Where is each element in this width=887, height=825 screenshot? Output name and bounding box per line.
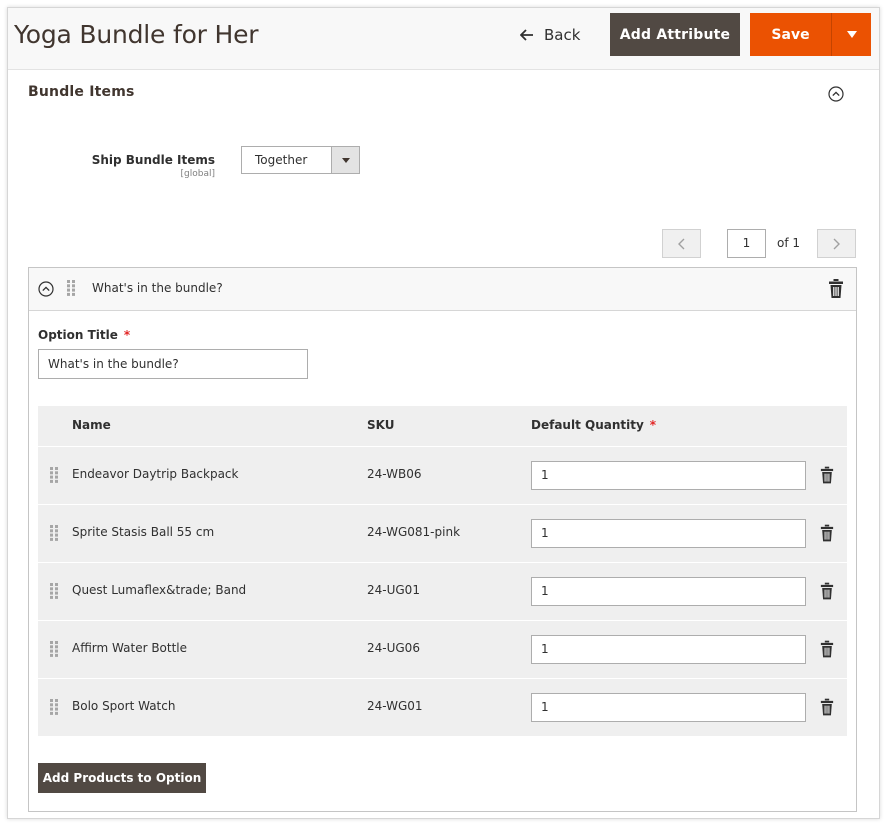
column-sku: SKU (367, 418, 395, 432)
pager-page-input[interactable]: 1 (727, 229, 766, 258)
option-title-label: Option Title * (38, 328, 130, 342)
section-title: Bundle Items (28, 84, 135, 100)
caret-down-icon (341, 157, 350, 163)
default-quantity-input[interactable]: 1 (531, 519, 806, 548)
option-title-label-text: Option Title (38, 328, 118, 342)
add-attribute-button[interactable]: Add Attribute (610, 13, 740, 56)
save-button[interactable]: Save (750, 13, 832, 56)
page-title: Yoga Bundle for Her (14, 20, 259, 49)
product-name: Quest Lumaflex&trade; Band (72, 583, 247, 597)
ship-bundle-items-value: Together (255, 153, 308, 167)
back-button-label: Back (544, 26, 581, 44)
table-row: Sprite Stasis Ball 55 cm 24-WG081-pink 1 (38, 504, 847, 562)
chevron-up-circle-icon[interactable] (828, 86, 844, 102)
bundle-option: What's in the bundle? Option Title * What… (28, 267, 857, 812)
caret-down-icon (846, 31, 857, 38)
column-name: Name (72, 418, 111, 432)
pager-prev-button[interactable] (662, 229, 701, 258)
required-marker: * (123, 328, 131, 342)
table-row: Endeavor Daytrip Backpack 24-WB06 1 (38, 446, 847, 504)
back-button[interactable]: Back (520, 23, 580, 47)
chevron-left-icon (678, 238, 685, 249)
trash-icon[interactable] (820, 640, 834, 658)
drag-handle-icon[interactable] (67, 280, 76, 296)
drag-handle-icon[interactable] (50, 467, 59, 483)
chevron-up-circle-icon[interactable] (38, 281, 54, 297)
drag-handle-icon[interactable] (50, 583, 59, 599)
product-sku: 24-UG06 (367, 641, 420, 655)
column-default-quantity: Default Quantity * (531, 418, 656, 432)
select-arrow (331, 147, 359, 173)
ship-bundle-items-label: Ship Bundle Items (91, 153, 215, 167)
save-options-toggle[interactable] (832, 13, 871, 56)
default-quantity-input[interactable]: 1 (531, 693, 806, 722)
product-edit-panel: Yoga Bundle for Her Back Add Attribute S… (7, 7, 880, 819)
default-quantity-input[interactable]: 1 (531, 461, 806, 490)
trash-icon[interactable] (828, 279, 844, 298)
product-name: Bolo Sport Watch (72, 699, 176, 713)
drag-handle-icon[interactable] (50, 525, 59, 541)
drag-handle-icon[interactable] (50, 641, 59, 657)
drag-handle-icon[interactable] (50, 699, 59, 715)
arrow-left-icon (520, 29, 533, 41)
product-sku: 24-WG01 (367, 699, 423, 713)
trash-icon[interactable] (820, 466, 834, 484)
grid-header: Name SKU Default Quantity * (38, 406, 847, 446)
table-row: Affirm Water Bottle 24-UG06 1 (38, 620, 847, 678)
trash-icon[interactable] (820, 582, 834, 600)
default-quantity-input[interactable]: 1 (531, 635, 806, 664)
product-sku: 24-WG081-pink (367, 525, 461, 539)
pager-total-label: of 1 (777, 236, 801, 250)
product-sku: 24-UG01 (367, 583, 420, 597)
column-default-quantity-text: Default Quantity (531, 418, 644, 432)
table-row: Quest Lumaflex&trade; Band 24-UG01 1 (38, 562, 847, 620)
trash-icon[interactable] (820, 698, 834, 716)
default-quantity-input[interactable]: 1 (531, 577, 806, 606)
bundle-option-header-title: What's in the bundle? (92, 281, 223, 295)
trash-icon[interactable] (820, 524, 834, 542)
bundle-products-grid: Name SKU Default Quantity * Endeavor Dayt… (38, 406, 847, 736)
bundle-option-header: What's in the bundle? (29, 268, 856, 311)
chevron-right-icon (833, 238, 840, 249)
table-row: Bolo Sport Watch 24-WG01 1 (38, 678, 847, 736)
scope-label: [global] (180, 169, 215, 179)
product-name: Endeavor Daytrip Backpack (72, 467, 239, 481)
pager-next-button[interactable] (817, 229, 856, 258)
product-name: Sprite Stasis Ball 55 cm (72, 525, 215, 539)
page-header: Yoga Bundle for Her Back Add Attribute S… (8, 8, 879, 70)
ship-bundle-items-select[interactable]: Together (241, 146, 360, 174)
option-title-input[interactable]: What's in the bundle? (38, 349, 308, 379)
product-sku: 24-WB06 (367, 467, 422, 481)
required-marker: * (649, 418, 657, 432)
product-name: Affirm Water Bottle (72, 641, 188, 655)
add-products-to-option-button[interactable]: Add Products to Option (38, 763, 206, 793)
